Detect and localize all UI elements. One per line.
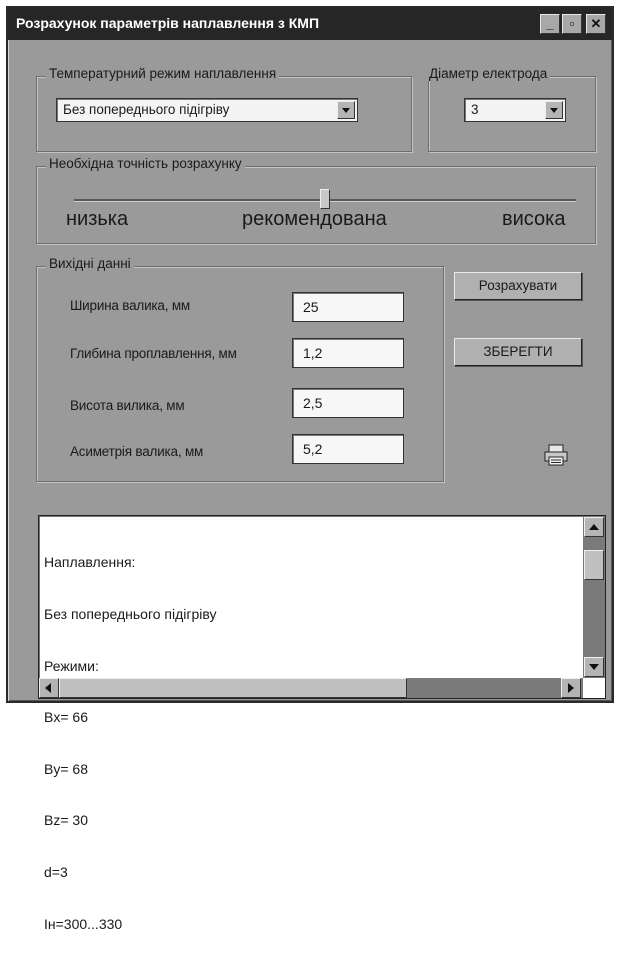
result-line: By= 68 <box>44 760 88 777</box>
width-label: Ширина валика, мм <box>70 298 190 313</box>
diameter-select-value: 3 <box>471 102 479 117</box>
asymmetry-label: Асиметрія валика, мм <box>70 444 204 459</box>
result-line: Без попереднього підігріву <box>44 606 217 623</box>
accuracy-label-low: низька <box>66 208 129 230</box>
height-label: Висота вилика, мм <box>70 398 185 413</box>
diameter-dropdown-button[interactable] <box>545 101 563 119</box>
minimize-icon: _ <box>546 16 554 31</box>
scroll-left-button[interactable] <box>39 678 59 698</box>
result-line: Наплавлення: <box>44 554 136 571</box>
arrow-right-icon <box>568 683 574 693</box>
depth-input[interactable]: 1,2 <box>292 338 404 368</box>
scroll-down-button[interactable] <box>584 657 604 677</box>
scrollbar-corner <box>583 678 605 698</box>
title-bar[interactable]: Розрахунок параметрів наплавлення з КМП … <box>8 8 612 40</box>
vertical-scrollbar[interactable] <box>583 516 605 678</box>
close-icon: ✕ <box>590 16 602 31</box>
input-data-legend: Вихідні данні <box>46 256 134 271</box>
chevron-down-icon <box>550 108 558 113</box>
depth-label: Глибина проплавлення, мм <box>70 346 237 361</box>
temperature-legend: Температурний режим наплавлення <box>46 66 280 81</box>
minimize-button[interactable]: _ <box>540 14 560 34</box>
close-button[interactable]: ✕ <box>586 14 606 34</box>
asymmetry-input[interactable]: 5,2 <box>292 434 404 464</box>
width-input[interactable]: 25 <box>292 292 404 322</box>
accuracy-label-recommended: рекомендована <box>242 208 387 230</box>
result-line: Iн=300...330 <box>44 915 123 932</box>
accuracy-legend: Необхідна точність розрахунку <box>46 156 245 171</box>
results-text: Наплавлення: Без попереднього підігріву … <box>44 520 217 967</box>
accuracy-group <box>36 166 596 244</box>
arrow-up-icon <box>589 524 599 530</box>
temperature-select[interactable]: Без попереднього підігріву <box>56 98 358 122</box>
horizontal-scrollbar[interactable] <box>39 678 583 698</box>
diameter-legend: Діаметр електрода <box>426 66 551 81</box>
vertical-scroll-thumb[interactable] <box>584 550 604 580</box>
temperature-select-value: Без попереднього підігріву <box>63 102 230 117</box>
chevron-down-icon <box>342 108 350 113</box>
height-input[interactable]: 2,5 <box>292 388 404 418</box>
result-line: Bx= 66 <box>44 709 88 726</box>
maximize-icon: ▫ <box>569 16 575 31</box>
diameter-select[interactable]: 3 <box>464 98 566 122</box>
temperature-dropdown-button[interactable] <box>337 101 355 119</box>
print-button[interactable] <box>544 444 568 466</box>
maximize-button[interactable]: ▫ <box>562 14 582 34</box>
accuracy-slider-thumb[interactable] <box>320 189 330 209</box>
printer-icon <box>544 444 568 466</box>
result-line: Режими: <box>44 657 99 674</box>
arrow-left-icon <box>45 683 51 693</box>
result-line: Bz= 30 <box>44 812 88 829</box>
scroll-up-button[interactable] <box>584 517 604 537</box>
calculate-button[interactable]: Розрахувати <box>454 272 582 300</box>
accuracy-label-high: висока <box>502 208 566 230</box>
window-title: Розрахунок параметрів наплавлення з КМП <box>16 15 320 31</box>
horizontal-scroll-thumb[interactable] <box>59 678 407 698</box>
main-window: Розрахунок параметрів наплавлення з КМП … <box>6 6 614 932</box>
scroll-right-button[interactable] <box>561 678 581 698</box>
results-textarea[interactable]: Наплавлення: Без попереднього підігріву … <box>38 515 606 932</box>
save-button[interactable]: ЗБЕРЕГТИ <box>454 338 582 366</box>
arrow-down-icon <box>589 664 599 670</box>
result-line: d=3 <box>44 864 68 881</box>
